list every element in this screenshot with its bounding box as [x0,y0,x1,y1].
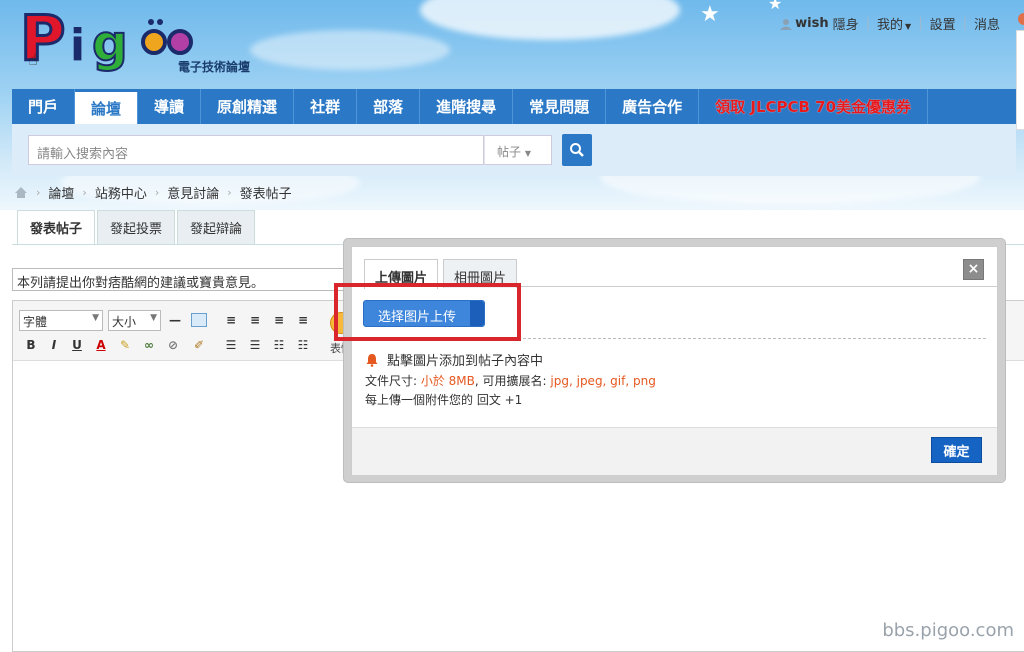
breadcrumb-forum[interactable]: 論壇 [48,183,74,202]
outdent-icon[interactable]: ☰ [247,338,263,352]
upload-hint: 點擊圖片添加到帖子內容中 [365,350,543,369]
svg-text:g: g [92,14,128,72]
star-icon: ★ [768,0,783,13]
search-type-label: 帖子 [497,145,522,159]
my-menu[interactable]: 我的 ▼ [877,14,911,33]
tab-new-post[interactable]: 發表帖子 [17,210,96,244]
unlink-icon[interactable]: ⊘ [165,338,181,352]
search-bar: 請輸入搜索內容 帖子 ▼ [12,124,1016,176]
messages-link[interactable]: 消息 [974,14,1000,33]
size-prefix: 文件尺寸: [365,374,421,388]
font-family-select[interactable]: 字體 ▼ [19,310,103,331]
breadcrumb-separator: › [36,186,41,199]
breadcrumb-separator: › [82,186,87,199]
align-justify-icon[interactable]: ≡ [295,313,311,327]
side-panel-edge [1016,30,1024,130]
logo-subtitle: 電子技術論壇 [178,60,251,74]
search-type-select[interactable]: 帖子 ▼ [484,135,552,165]
breadcrumb-feedback[interactable]: 意見討論 [167,183,219,202]
highlight-icon[interactable]: ✎ [117,338,133,352]
cloud-decoration [250,30,450,70]
upload-reward: 每上傳一個附件您的 回文 +1 [365,393,523,407]
link-icon[interactable]: ∞ [141,338,157,352]
font-color-icon[interactable]: A [93,338,109,352]
nav-item-blogs[interactable]: 部落 [357,89,421,124]
font-family-label: 字體 [23,315,48,329]
watermark: bbs.pigoo.com [882,620,1014,641]
highlight-annotation-box [334,283,521,341]
chevron-down-icon: ▼ [905,22,912,31]
bell-icon [366,353,378,367]
nav-item-promo-coupon[interactable]: 領取 JLCPCB 70美金優惠券 [699,89,929,124]
breadcrumb-site-center[interactable]: 站務中心 [95,183,147,202]
ext-prefix: , 可用擴展名: [474,374,551,388]
chevron-down-icon: ▼ [92,313,99,323]
nav-item-advanced-search[interactable]: 進階搜尋 [420,89,514,124]
nav-item-guide[interactable]: 導讀 [138,89,202,124]
divider: | [918,16,923,31]
table-icon[interactable] [191,313,207,327]
star-icon: ★ [700,2,720,27]
size-limit: 小於 8MB [420,374,475,388]
divider: | [962,16,967,31]
settings-link[interactable]: 設置 [930,14,956,33]
clear-format-icon[interactable]: ✐ [191,338,207,352]
font-size-label: 大小 [112,315,137,329]
username-link[interactable]: wish [795,16,828,31]
nav-item-advertising[interactable]: 廣告合作 [606,89,700,124]
search-icon [570,143,584,157]
horizontal-rule-icon[interactable]: — [167,313,183,327]
divider: | [865,16,871,31]
chevron-down-icon: ▼ [524,149,531,158]
italic-icon[interactable]: I [46,338,62,352]
breadcrumb-separator: › [154,186,160,199]
nav-item-original[interactable]: 原創精選 [201,89,295,124]
svg-text:P: P [20,2,65,74]
nav-item-forum[interactable]: 論壇 [75,92,139,124]
tab-new-debate[interactable]: 發起辯論 [177,210,256,244]
main-nav: 門戶 論壇 導讀 原創精選 社群 部落 進階搜尋 常見問題 廣告合作 領取 JL… [12,89,1016,124]
breadcrumb: › 論壇 › 站務中心 › 意見討論 › 發表帖子 [14,183,292,202]
align-right-icon[interactable]: ≡ [271,313,287,327]
bold-icon[interactable]: B [23,338,39,352]
nav-item-portal[interactable]: 門戶 [12,89,76,124]
search-button[interactable] [562,134,592,166]
align-center-icon[interactable]: ≡ [247,313,263,327]
font-size-select[interactable]: 大小 ▼ [108,310,161,331]
notification-bell-icon[interactable] [1018,13,1024,25]
nav-item-faq[interactable]: 常見問題 [513,89,607,124]
breadcrumb-current: 發表帖子 [239,187,292,202]
ordered-list-icon[interactable]: ☷ [271,338,287,352]
tab-new-poll[interactable]: 發起投票 [97,210,176,244]
dialog-footer: 確定 [352,427,997,475]
confirm-button[interactable]: 確定 [931,437,982,463]
home-icon[interactable] [14,186,28,199]
upload-hint-text: 點擊圖片添加到帖子內容中 [387,354,544,369]
close-icon[interactable]: × [963,259,984,280]
unordered-list-icon[interactable]: ☷ [295,338,311,352]
file-requirements: 文件尺寸: 小於 8MB, 可用擴展名: jpg, jpeg, gif, png [365,372,656,389]
underline-icon[interactable]: U [69,338,85,352]
my-menu-label: 我的 [877,18,904,33]
dialog-header: 上傳圖片 相冊圖片 × [352,247,997,289]
cloud-decoration [420,0,680,40]
image-upload-dialog: 上傳圖片 相冊圖片 × 选择图片上传 點擊圖片添加到帖子內容中 文件尺寸: 小於… [351,246,998,475]
breadcrumb-separator: › [227,186,232,199]
allowed-extensions: jpg, jpeg, gif, png [550,374,656,388]
svg-text:i: i [70,20,85,71]
post-type-tabs: 發表帖子 發起投票 發起辯論 [17,210,257,244]
user-toolbar: wish 隱身 | 我的 ▼ | 設置 | 消息 [780,14,1000,33]
user-icon [780,18,793,30]
pointer-cursor-icon: ☝ [28,50,38,69]
invisible-toggle[interactable]: 隱身 [833,14,859,33]
site-logo[interactable]: P i g [20,2,200,74]
indent-icon[interactable]: ☰ [223,338,239,352]
align-left-icon[interactable]: ≡ [223,313,239,327]
chevron-down-icon: ▼ [150,313,157,323]
search-input[interactable]: 請輸入搜索內容 [28,135,484,165]
nav-item-groups[interactable]: 社群 [294,89,358,124]
